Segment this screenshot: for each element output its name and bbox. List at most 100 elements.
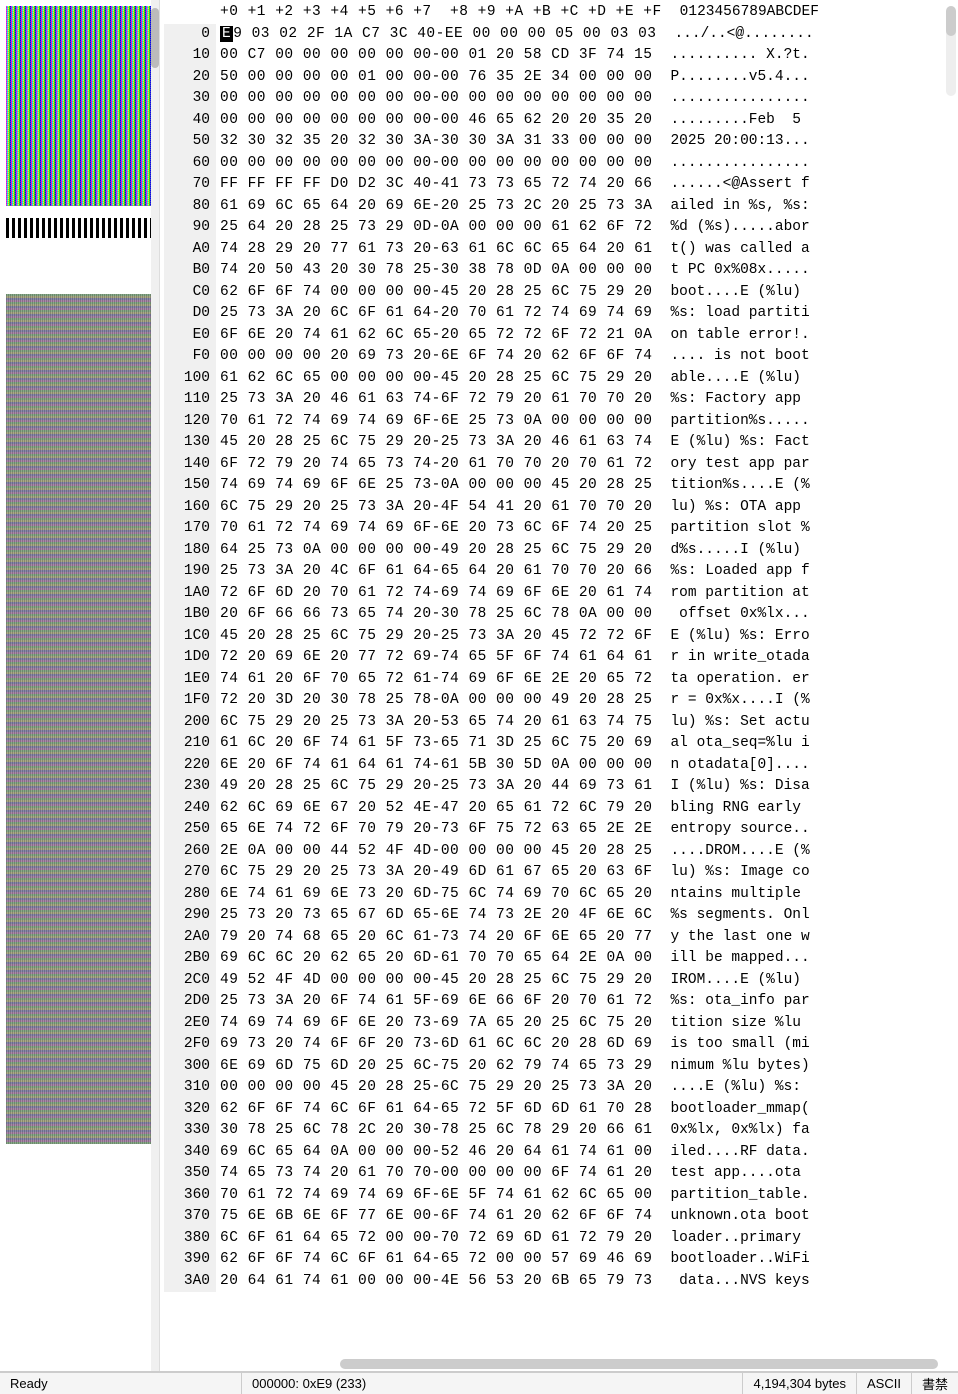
hex-row[interactable]: 0E9 03 02 2F 1A C7 3C 40-EE 00 00 00 05 … — [164, 24, 958, 46]
ascii-cell[interactable]: test app....ota — [652, 1163, 809, 1185]
ascii-cell[interactable]: is too small (mi — [652, 1034, 809, 1056]
hex-bytes[interactable]: 74 61 20 6F 70 65 72 61-74 69 6F 6E 2E 2… — [216, 669, 652, 691]
horizontal-scroll-thumb[interactable] — [340, 1359, 938, 1369]
hex-row[interactable]: 23049 20 28 25 6C 75 29 20-25 73 3A 20 4… — [164, 776, 958, 798]
ascii-cell[interactable]: ntains multiple — [652, 884, 809, 906]
hex-bytes[interactable]: 69 73 20 74 6F 6F 20 73-6D 61 6C 6C 20 2… — [216, 1034, 652, 1056]
hex-bytes[interactable]: 6C 75 29 20 25 73 3A 20-53 65 74 20 61 6… — [216, 712, 652, 734]
hex-bytes[interactable]: 00 00 00 00 20 69 73 20-6E 6F 74 20 62 6… — [216, 346, 652, 368]
ascii-cell[interactable]: y the last one w — [652, 927, 809, 949]
vertical-scroll-thumb[interactable] — [946, 6, 956, 36]
ascii-cell[interactable]: .... is not boot — [652, 346, 809, 368]
ascii-cell[interactable]: lu) %s: Image co — [652, 862, 809, 884]
hex-bytes[interactable]: 49 52 4F 4D 00 00 00 00-45 20 28 25 6C 7… — [216, 970, 652, 992]
hex-row[interactable]: 1E074 61 20 6F 70 65 72 61-74 69 6F 6E 2… — [164, 669, 958, 691]
hex-view[interactable]: +0 +1 +2 +3 +4 +5 +6 +7 +8 +9 +A +B +C +… — [160, 0, 958, 1371]
hex-row[interactable]: 36070 61 72 74 69 74 69 6F-6E 5F 74 61 6… — [164, 1185, 958, 1207]
ascii-cell[interactable]: ta operation. er — [652, 669, 809, 691]
ascii-cell[interactable]: entropy source.. — [652, 819, 809, 841]
hex-bytes[interactable]: 74 28 29 20 77 61 73 20-63 61 6C 6C 65 6… — [216, 239, 652, 261]
hex-row[interactable]: 12070 61 72 74 69 74 69 6F-6E 25 73 0A 0… — [164, 411, 958, 433]
hex-row[interactable]: 1D072 20 69 6E 20 77 72 69-74 65 5F 6F 7… — [164, 647, 958, 669]
hex-row[interactable]: C062 6F 6F 74 00 00 00 00-45 20 28 25 6C… — [164, 282, 958, 304]
ascii-cell[interactable]: partition slot % — [652, 518, 809, 540]
hex-bytes[interactable]: 25 73 20 73 65 67 6D 65-6E 74 73 2E 20 4… — [216, 905, 652, 927]
hex-bytes[interactable]: 25 73 3A 20 4C 6F 61 64-65 64 20 61 70 7… — [216, 561, 652, 583]
hex-bytes[interactable]: 45 20 28 25 6C 75 29 20-25 73 3A 20 46 6… — [216, 432, 652, 454]
hex-bytes[interactable]: 00 00 00 00 45 20 28 25-6C 75 29 20 25 7… — [216, 1077, 652, 1099]
hex-bytes[interactable]: 20 6F 66 66 73 65 74 20-30 78 25 6C 78 0… — [216, 604, 652, 626]
ascii-cell[interactable]: t PC 0x%08x..... — [652, 260, 809, 282]
hex-bytes[interactable]: 62 6C 69 6E 67 20 52 4E-47 20 65 61 72 6… — [216, 798, 652, 820]
hex-bytes[interactable]: 00 00 00 00 00 00 00 00-00 00 00 00 00 0… — [216, 153, 652, 175]
hex-bytes[interactable]: 50 00 00 00 00 01 00 00-00 76 35 2E 34 0… — [216, 67, 652, 89]
ascii-cell[interactable]: boot....E (%lu) — [652, 282, 809, 304]
ascii-cell[interactable]: bootloader_mmap( — [652, 1099, 809, 1121]
ascii-cell[interactable]: ................ — [652, 88, 809, 110]
ascii-cell[interactable]: .........Feb 5 — [652, 110, 809, 132]
hex-bytes[interactable]: 6E 74 61 69 6E 73 20 6D-75 6C 74 69 70 6… — [216, 884, 652, 906]
ascii-cell[interactable]: n otadata[0].... — [652, 755, 809, 777]
ascii-cell[interactable]: nimum %lu bytes) — [652, 1056, 809, 1078]
ascii-cell[interactable]: tition size %lu — [652, 1013, 809, 1035]
hex-bytes[interactable]: 75 6E 6B 6E 6F 77 6E 00-6F 74 61 20 62 6… — [216, 1206, 652, 1228]
ascii-cell[interactable]: %s: Loaded app f — [652, 561, 809, 583]
hex-row[interactable]: 2706C 75 29 20 25 73 3A 20-49 6D 61 67 6… — [164, 862, 958, 884]
ascii-cell[interactable]: ....DROM....E (% — [652, 841, 809, 863]
ascii-cell[interactable]: %s segments. Onl — [652, 905, 809, 927]
hex-row[interactable]: 37075 6E 6B 6E 6F 77 6E 00-6F 74 61 20 6… — [164, 1206, 958, 1228]
hex-row[interactable]: 2A079 20 74 68 65 20 6C 61-73 74 20 6F 6… — [164, 927, 958, 949]
hex-row[interactable]: B074 20 50 43 20 30 78 25-30 38 78 0D 0A… — [164, 260, 958, 282]
hex-bytes[interactable]: 62 6F 6F 74 6C 6F 61 64-65 72 00 00 57 6… — [216, 1249, 652, 1271]
horizontal-scrollbar[interactable] — [340, 1359, 938, 1369]
hex-row[interactable]: 3A020 64 61 74 61 00 00 00-4E 56 53 20 6… — [164, 1271, 958, 1293]
ascii-cell[interactable]: ill be mapped... — [652, 948, 809, 970]
hex-bytes[interactable]: 20 64 61 74 61 00 00 00-4E 56 53 20 6B 6… — [216, 1271, 652, 1293]
ascii-cell[interactable]: partition%s..... — [652, 411, 809, 433]
hex-row[interactable]: 35074 65 73 74 20 61 70 70-00 00 00 00 6… — [164, 1163, 958, 1185]
hex-bytes[interactable]: 70 61 72 74 69 74 69 6F-6E 25 73 0A 00 0… — [216, 411, 652, 433]
hex-row[interactable]: 17070 61 72 74 69 74 69 6F-6E 20 73 6C 6… — [164, 518, 958, 540]
hex-bytes[interactable]: 6F 72 79 20 74 65 73 74-20 61 70 70 20 7… — [216, 454, 652, 476]
hex-row[interactable]: 21061 6C 20 6F 74 61 5F 73-65 71 3D 25 6… — [164, 733, 958, 755]
hex-bytes[interactable]: 61 69 6C 65 64 20 69 6E-20 25 73 2C 20 2… — [216, 196, 652, 218]
status-mode[interactable]: 書禁 — [912, 1373, 958, 1394]
hex-bytes[interactable]: 6E 20 6F 74 61 64 61 74-61 5B 30 5D 0A 0… — [216, 755, 652, 777]
ascii-cell[interactable]: r = 0x%x....I (% — [652, 690, 809, 712]
hex-row[interactable]: 2806E 74 61 69 6E 73 20 6D-75 6C 74 69 7… — [164, 884, 958, 906]
hex-row[interactable]: 6000 00 00 00 00 00 00 00-00 00 00 00 00… — [164, 153, 958, 175]
hex-row[interactable]: 8061 69 6C 65 64 20 69 6E-20 25 73 2C 20… — [164, 196, 958, 218]
ascii-cell[interactable]: partition_table. — [652, 1185, 809, 1207]
hex-bytes[interactable]: 00 C7 00 00 00 00 00 00-00 01 20 58 CD 3… — [216, 45, 652, 67]
hex-bytes[interactable]: 72 20 69 6E 20 77 72 69-74 65 5F 6F 74 6… — [216, 647, 652, 669]
hex-row[interactable]: 1B020 6F 66 66 73 65 74 20-30 78 25 6C 7… — [164, 604, 958, 626]
ascii-cell[interactable]: .../..<@........ — [656, 24, 813, 46]
hex-row[interactable]: 5032 30 32 35 20 32 30 3A-30 30 3A 31 33… — [164, 131, 958, 153]
hex-bytes[interactable]: 74 65 73 74 20 61 70 70-00 00 00 00 6F 7… — [216, 1163, 652, 1185]
hex-row[interactable]: 1A072 6F 6D 20 70 61 72 74-69 74 69 6F 6… — [164, 583, 958, 605]
hex-row[interactable]: 2E074 69 74 69 6F 6E 20 73-69 7A 65 20 2… — [164, 1013, 958, 1035]
hex-row[interactable]: 34069 6C 65 64 0A 00 00 00-52 46 20 64 6… — [164, 1142, 958, 1164]
minimap-scrollbar[interactable] — [151, 0, 159, 1371]
cursor-byte[interactable]: E — [220, 26, 233, 42]
ascii-cell[interactable]: P........v5.4... — [652, 67, 809, 89]
hex-bytes[interactable]: 32 30 32 35 20 32 30 3A-30 30 3A 31 33 0… — [216, 131, 652, 153]
hex-bytes[interactable]: E9 03 02 2F 1A C7 3C 40-EE 00 00 00 05 0… — [216, 24, 656, 46]
hex-bytes[interactable]: 6C 6F 61 64 65 72 00 00-70 72 69 6D 61 7… — [216, 1228, 652, 1250]
hex-row[interactable]: 11025 73 3A 20 46 61 63 74-6F 72 79 20 6… — [164, 389, 958, 411]
ascii-cell[interactable]: loader..primary — [652, 1228, 809, 1250]
hex-bytes[interactable]: 61 62 6C 65 00 00 00 00-45 20 28 25 6C 7… — [216, 368, 652, 390]
hex-bytes[interactable]: 6E 69 6D 75 6D 20 25 6C-75 20 62 79 74 6… — [216, 1056, 652, 1078]
ascii-cell[interactable]: %d (%s).....abor — [652, 217, 809, 239]
ascii-cell[interactable]: r in write_otada — [652, 647, 809, 669]
hex-row[interactable]: 2D025 73 3A 20 6F 74 61 5F-69 6E 66 6F 2… — [164, 991, 958, 1013]
hex-bytes[interactable]: 72 20 3D 20 30 78 25 78-0A 00 00 00 49 2… — [216, 690, 652, 712]
hex-bytes[interactable]: 74 69 74 69 6F 6E 25 73-0A 00 00 00 45 2… — [216, 475, 652, 497]
hex-row[interactable]: 2006C 75 29 20 25 73 3A 20-53 65 74 20 6… — [164, 712, 958, 734]
hex-row[interactable]: 24062 6C 69 6E 67 20 52 4E-47 20 65 61 7… — [164, 798, 958, 820]
ascii-cell[interactable]: ................ — [652, 153, 809, 175]
hex-row[interactable]: 2B069 6C 6C 20 62 65 20 6D-61 70 70 65 6… — [164, 948, 958, 970]
minimap-scroll-thumb[interactable] — [151, 8, 159, 68]
hex-bytes[interactable]: 00 00 00 00 00 00 00 00-00 46 65 62 20 2… — [216, 110, 652, 132]
hex-row[interactable]: 2602E 0A 00 00 44 52 4F 4D-00 00 00 00 4… — [164, 841, 958, 863]
